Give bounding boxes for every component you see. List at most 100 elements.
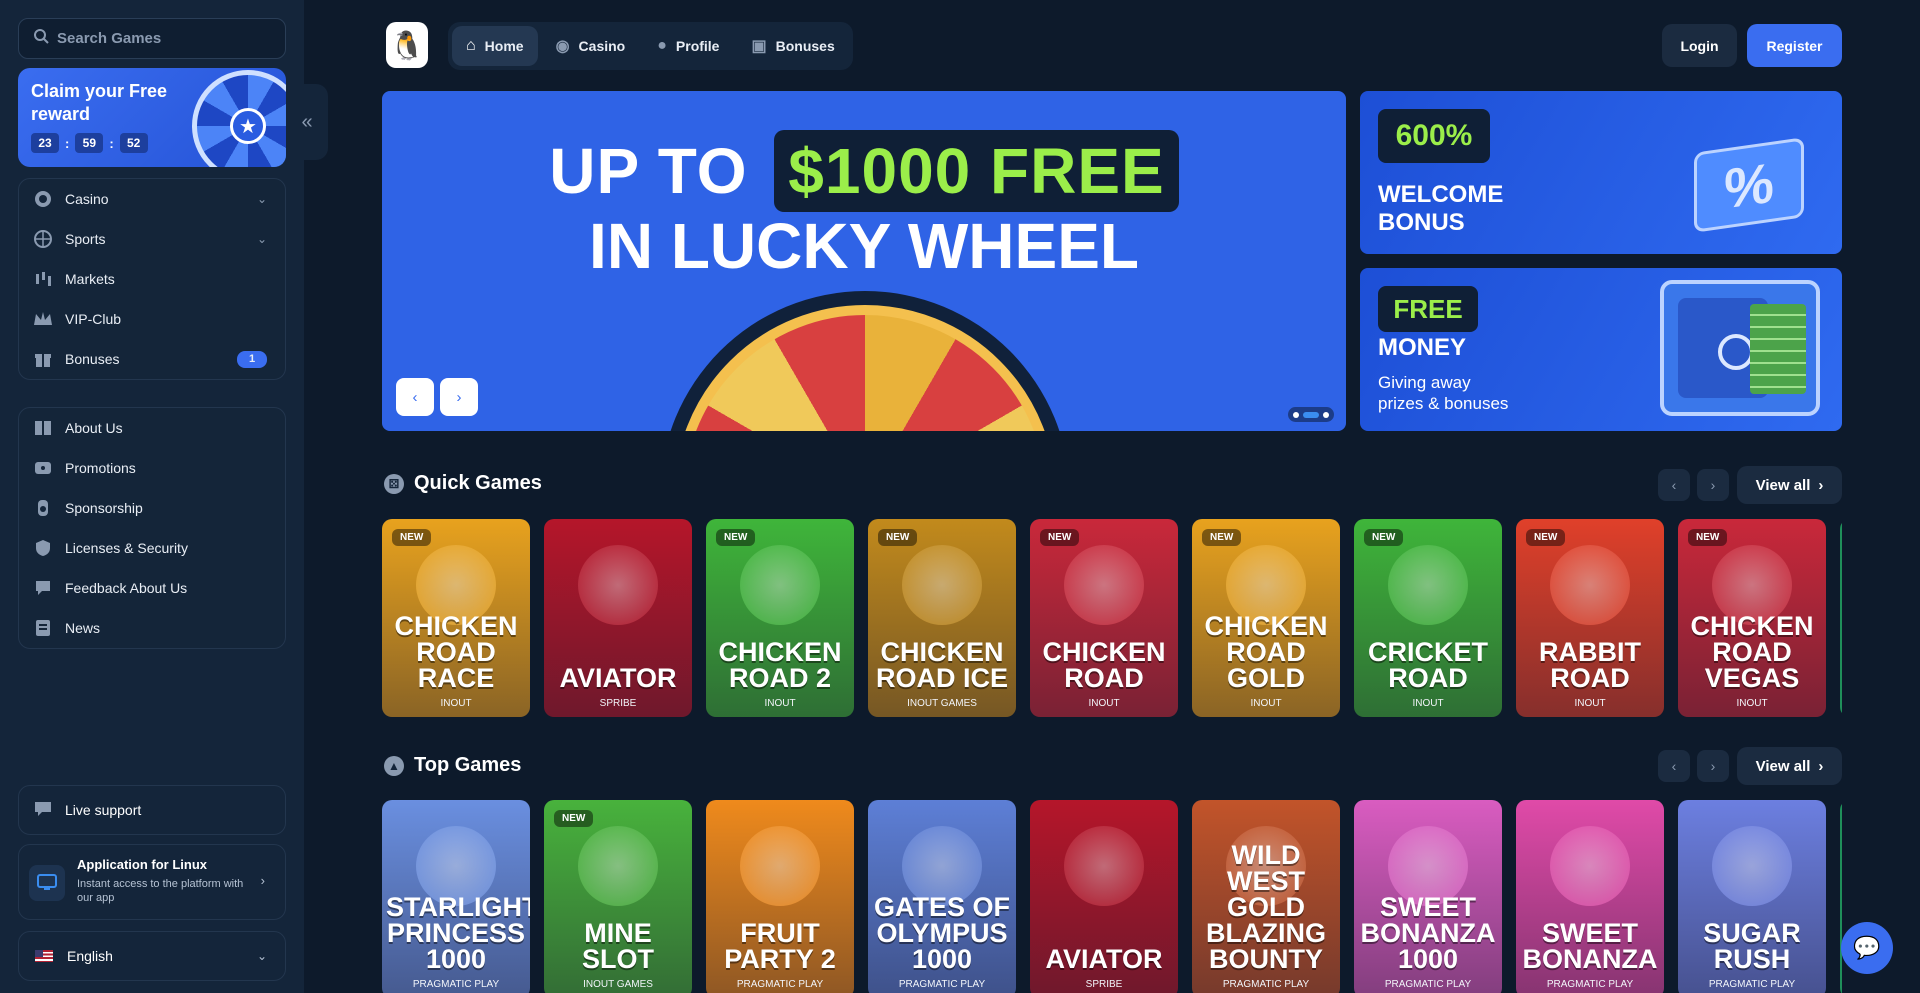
game-title: SWEET BONANZA 1000	[1358, 894, 1498, 973]
hero-next-button[interactable]: ›	[440, 378, 478, 416]
sidebar-item-feedback[interactable]: Feedback About Us	[19, 568, 285, 608]
sidebar-item-vip-club[interactable]: VIP-Club	[19, 299, 285, 339]
login-button[interactable]: Login	[1662, 24, 1737, 67]
sidebar-item-promotions[interactable]: Promotions	[19, 448, 285, 488]
game-card[interactable]: WILD WEST GOLD BLAZING BOUNTY PRAGMATIC PL…	[1192, 800, 1340, 993]
sidebar-item-bonuses[interactable]: Bonuses 1	[19, 339, 285, 379]
language-label: English	[67, 948, 113, 964]
live-support-button[interactable]: Live support	[18, 785, 286, 835]
app-description: Instant access to the platform with our …	[77, 878, 244, 904]
sidebar-item-sponsorship[interactable]: Sponsorship	[19, 488, 285, 528]
nav-profile[interactable]: ● Profile	[643, 26, 733, 66]
app-title: Application for Linux	[77, 857, 207, 872]
game-title-line2: AVIATOR	[1045, 944, 1163, 974]
sidebar-item-about-us[interactable]: About Us	[19, 408, 285, 448]
game-card[interactable]: NEW CHICKEN ROAD 2 INOUT	[706, 519, 854, 717]
carousel-dot[interactable]	[1293, 411, 1299, 418]
free-money-tag: FREE	[1378, 286, 1478, 332]
carousel-dot[interactable]	[1323, 411, 1329, 418]
free-money-banner[interactable]: FREE MONEY Giving away prizes & bonuses	[1360, 268, 1842, 431]
game-card[interactable]: SWEET BONANZA 1000 PRAGMATIC PLAY	[1354, 800, 1502, 993]
carousel-dot-active[interactable]	[1303, 411, 1319, 418]
quick-games-prev-button[interactable]: ‹	[1658, 469, 1690, 501]
game-title-line2: ROAD	[1388, 663, 1468, 693]
game-card[interactable]: NEW CHICKEN ROAD GOLD INOUT	[1192, 519, 1340, 717]
new-badge: NEW	[554, 810, 594, 827]
chevron-right-icon: ›	[1710, 477, 1716, 493]
nav-label: Home	[484, 38, 524, 54]
top-games-next-button[interactable]: ›	[1697, 750, 1729, 782]
quick-games-view-all[interactable]: View all ›	[1737, 466, 1842, 504]
game-title-line2: RUSH	[1713, 944, 1791, 974]
welcome-bonus-banner[interactable]: 600% WELCOME BONUS %	[1360, 91, 1842, 254]
info-menu: About Us Promotions Sponsorship Licenses…	[18, 407, 286, 649]
game-card-peek[interactable]	[1840, 519, 1842, 717]
game-title: CHICKEN ROAD GOLD	[1196, 613, 1336, 693]
bonuses-count-badge: 1	[237, 350, 267, 368]
game-card[interactable]: NEW CHICKEN ROAD ICE INOUT GAMES	[868, 519, 1016, 717]
sidebar-item-markets[interactable]: Markets	[19, 259, 285, 299]
nav-label: Casino	[578, 38, 626, 54]
hero-banner[interactable]: UP TO $1000 FREE IN LUCKY WHEEL ‹ ›	[382, 91, 1346, 431]
game-title: FRUIT PARTY 2	[710, 918, 850, 973]
game-card[interactable]: NEW CHICKEN ROAD VEGAS INOUT	[1678, 519, 1826, 717]
quick-games-next-button[interactable]: ›	[1697, 469, 1729, 501]
game-card[interactable]: SUGAR RUSH PRAGMATIC PLAY	[1678, 800, 1826, 993]
game-title: AVIATOR	[1034, 944, 1174, 974]
linux-app-banner[interactable]: Application for Linux Instant access to …	[18, 844, 286, 920]
search-input[interactable]	[57, 30, 257, 47]
top-games-view-all[interactable]: View all ›	[1737, 747, 1842, 785]
nav-casino[interactable]: ◉ Casino	[542, 26, 640, 66]
game-card[interactable]: NEW MINE SLOT INOUT GAMES	[544, 800, 692, 993]
game-provider: INOUT	[1088, 698, 1120, 709]
chat-bubble-icon: 💬	[1853, 935, 1881, 960]
hero-prev-button[interactable]: ‹	[396, 378, 434, 416]
game-title-line2: ROAD GOLD	[1226, 637, 1306, 693]
site-logo[interactable]: 🐧	[386, 22, 428, 68]
quick-games-title: Quick Games	[414, 472, 542, 494]
top-games-prev-button[interactable]: ‹	[1658, 750, 1690, 782]
nav-bonuses[interactable]: ▣ Bonuses	[737, 26, 848, 66]
sidebar-item-label: Bonuses	[65, 351, 120, 367]
register-button[interactable]: Register	[1747, 24, 1842, 67]
chevron-down-icon[interactable]: ⌄	[257, 192, 267, 206]
nav-home[interactable]: ⌂ Home	[452, 26, 538, 66]
game-title-line1: FRUIT	[740, 918, 820, 948]
sidebar-item-casino[interactable]: Casino ⌄	[19, 179, 285, 219]
sidebar-item-news[interactable]: News	[19, 608, 285, 648]
language-selector[interactable]: English ⌄	[18, 931, 286, 981]
game-provider: INOUT	[440, 698, 472, 709]
game-card[interactable]: NEW CRICKET ROAD INOUT	[1354, 519, 1502, 717]
sidebar-item-licenses-security[interactable]: Licenses & Security	[19, 528, 285, 568]
game-card[interactable]: NEW RABBIT ROAD INOUT	[1516, 519, 1664, 717]
game-card[interactable]: SWEET BONANZA PRAGMATIC PLAY	[1516, 800, 1664, 993]
chevron-down-icon[interactable]: ⌄	[257, 232, 267, 246]
collapse-sidebar-button[interactable]: «	[286, 84, 328, 160]
sidebar-item-label: VIP-Club	[65, 311, 122, 327]
game-card-peek[interactable]	[1840, 800, 1842, 993]
new-badge: NEW	[392, 529, 432, 546]
game-title-line1: CRICKET	[1368, 637, 1488, 667]
free-money-sub1: Giving away	[1378, 373, 1471, 392]
game-card[interactable]: GATES OF OLYMPUS 1000 PRAGMATIC PLAY	[868, 800, 1016, 993]
game-card[interactable]: FRUIT PARTY 2 PRAGMATIC PLAY	[706, 800, 854, 993]
chevron-right-icon: ›	[1818, 757, 1824, 775]
game-card[interactable]: AVIATOR SPRIBE	[1030, 800, 1178, 993]
free-reward-banner[interactable]: Claim your Free reward 23 : 59 : 52 ★	[18, 68, 286, 167]
game-title-line1: SWEET	[1541, 918, 1638, 948]
search-box[interactable]	[18, 18, 286, 59]
game-card[interactable]: STARLIGHT PRINCESS 1000 PRAGMATIC PLAY	[382, 800, 530, 993]
chat-widget-button[interactable]: 💬	[1841, 922, 1893, 974]
sidebar-item-label: About Us	[65, 420, 123, 436]
game-title-line1: CHICKEN	[718, 637, 842, 667]
nav-label: Profile	[675, 38, 720, 54]
game-title-line1: CHICKEN	[394, 611, 518, 641]
game-card[interactable]: AVIATOR SPRIBE	[544, 519, 692, 717]
top-games-row: STARLIGHT PRINCESS 1000 PRAGMATIC PLAY NEW M…	[382, 800, 1842, 993]
welcome-bonus-line2: BONUS	[1378, 209, 1465, 236]
sidebar-item-sports[interactable]: Sports ⌄	[19, 219, 285, 259]
game-card[interactable]: NEW CHICKEN ROAD INOUT	[1030, 519, 1178, 717]
game-art	[1550, 826, 1630, 906]
game-card[interactable]: NEW CHICKEN ROAD RACE INOUT	[382, 519, 530, 717]
game-art	[578, 826, 658, 906]
